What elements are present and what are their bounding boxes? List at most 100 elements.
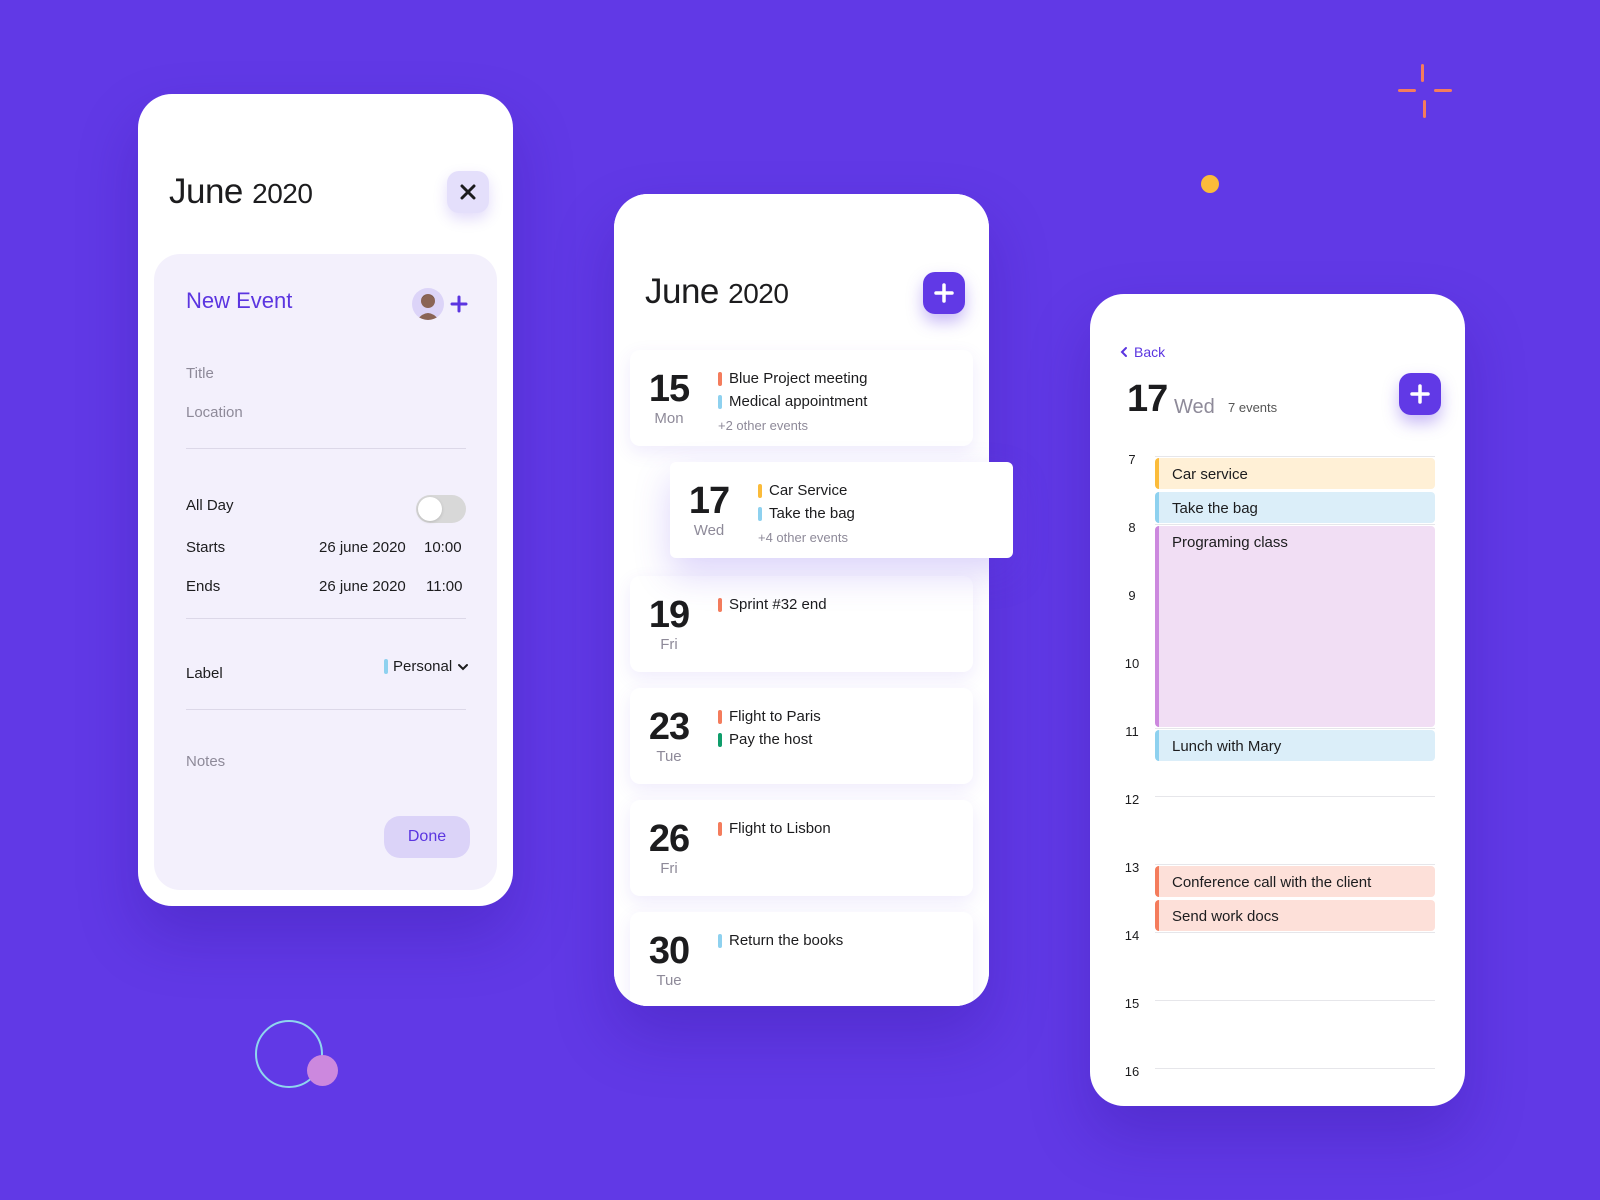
hour-label: 15: [1124, 996, 1140, 1011]
hour-label: 14: [1124, 928, 1140, 943]
divider: [186, 448, 466, 449]
day-card[interactable]: 30 Tue Return the books: [630, 912, 973, 1006]
person-avatar[interactable]: [412, 288, 444, 320]
day-number: 17: [1127, 378, 1168, 420]
event-item[interactable]: Take the bag: [758, 505, 855, 522]
event-item[interactable]: Blue Project meeting: [718, 370, 867, 387]
day-name: Fri: [660, 860, 678, 877]
starts-time[interactable]: 10:00: [424, 539, 462, 556]
chevron-left-icon: [1120, 347, 1127, 357]
event-item[interactable]: Flight to Paris: [718, 708, 821, 725]
day-number: 30: [648, 930, 690, 972]
timeline-event[interactable]: Conference call with the client: [1155, 866, 1435, 897]
pink-dot-decoration: [307, 1055, 338, 1086]
notes-input[interactable]: Notes: [186, 753, 225, 770]
day-card[interactable]: 17 Wed Car Service Take the bag +4 other eve…: [670, 462, 1013, 558]
hour-gridline: [1155, 864, 1435, 865]
timeline-event[interactable]: Programing class: [1155, 526, 1435, 727]
event-item[interactable]: Sprint #32 end: [718, 596, 827, 613]
close-button[interactable]: [447, 171, 489, 213]
year: 2020: [728, 278, 789, 309]
hour-gridline: [1155, 796, 1435, 797]
hour-label: 12: [1124, 792, 1140, 807]
event-count: 7 events: [1228, 400, 1278, 415]
day-number: 26: [648, 818, 690, 860]
ends-label: Ends: [186, 578, 221, 595]
hour-label: 16: [1124, 1064, 1140, 1079]
day-view-screen: Back 17 Wed 7 events 7 8 9 10 11 12 13 14 15 16 Ca…: [1090, 294, 1465, 1106]
event-item[interactable]: Medical appointment: [718, 393, 867, 410]
plus-icon: [450, 295, 468, 313]
more-events-text: +4 other events: [758, 530, 848, 545]
title-input[interactable]: Title: [186, 365, 214, 382]
year: 2020: [252, 178, 313, 209]
add-event-button[interactable]: [1399, 373, 1441, 415]
month-list-body: June 2020 15 Mon Blue Project meeting Medic…: [614, 194, 989, 1006]
close-icon: [460, 184, 476, 200]
label-color-bar: [384, 659, 388, 674]
hour-label: 7: [1128, 452, 1136, 467]
month-name: June: [645, 272, 719, 311]
day-card[interactable]: 23 Tue Flight to Paris Pay the host: [630, 688, 973, 784]
new-event-screen: June 2020 New Event Title Location All D…: [138, 94, 513, 906]
location-input[interactable]: Location: [186, 404, 243, 421]
day-name: Wed: [1174, 396, 1215, 418]
hour-label: 8: [1128, 520, 1136, 535]
event-title: Medical appointment: [729, 393, 868, 410]
hour-label: 9: [1128, 588, 1136, 603]
hour-gridline: [1155, 524, 1435, 525]
event-color-bar: [758, 483, 762, 498]
event-title: Flight to Lisbon: [729, 820, 831, 837]
event-title: Return the books: [729, 932, 844, 949]
event-item[interactable]: Car Service: [758, 482, 847, 499]
day-name: Tue: [656, 748, 682, 765]
plus-icon: [1410, 384, 1430, 404]
add-person-button[interactable]: [450, 288, 468, 320]
event-title: Take the bag: [769, 505, 855, 522]
ends-date[interactable]: 26 june 2020: [319, 578, 406, 595]
hour-gridline: [1155, 728, 1435, 729]
label-dropdown[interactable]: Personal: [384, 658, 469, 675]
event-color-bar: [718, 709, 722, 724]
event-color-bar: [718, 394, 722, 409]
chevron-down-icon: [458, 663, 469, 670]
event-item[interactable]: Pay the host: [718, 731, 812, 748]
ends-time[interactable]: 11:00: [426, 578, 462, 595]
divider: [186, 709, 466, 710]
timeline-event[interactable]: Car service: [1155, 458, 1435, 489]
event-color-bar: [718, 597, 722, 612]
event-color-bar: [718, 732, 722, 747]
more-events-text: +2 other events: [718, 418, 808, 433]
timeline-event[interactable]: Send work docs: [1155, 900, 1435, 931]
all-day-label: All Day: [186, 497, 234, 514]
day-card[interactable]: 26 Fri Flight to Lisbon: [630, 800, 973, 896]
hour-gridline: [1155, 932, 1435, 933]
day-card[interactable]: 15 Mon Blue Project meeting Medical appoint…: [630, 350, 973, 446]
event-title: Blue Project meeting: [729, 370, 868, 387]
event-item[interactable]: Flight to Lisbon: [718, 820, 831, 837]
new-event-form: New Event Title Location All Day Starts …: [154, 254, 497, 890]
timeline-event[interactable]: Lunch with Mary: [1155, 730, 1435, 761]
day-card[interactable]: 19 Fri Sprint #32 end: [630, 576, 973, 672]
day-name: Fri: [660, 636, 678, 653]
event-title: Flight to Paris: [729, 708, 821, 725]
back-label: Back: [1134, 344, 1166, 360]
month-list-screen: June 2020 15 Mon Blue Project meeting Medic…: [614, 194, 1013, 1006]
event-color-bar: [718, 933, 722, 948]
day-name: Mon: [654, 410, 684, 427]
timeline-event[interactable]: Take the bag: [1155, 492, 1435, 523]
event-color-bar: [718, 821, 722, 836]
event-item[interactable]: Return the books: [718, 932, 843, 949]
starts-label: Starts: [186, 539, 226, 556]
back-button[interactable]: Back: [1120, 344, 1165, 360]
month-title: June 2020: [169, 172, 313, 212]
all-day-toggle[interactable]: [416, 495, 466, 523]
divider: [186, 618, 466, 619]
month-title: June 2020: [645, 272, 789, 312]
hour-gridline: [1155, 1000, 1435, 1001]
hour-label: 11: [1125, 724, 1139, 739]
done-button[interactable]: Done: [384, 816, 470, 858]
add-event-button[interactable]: [923, 272, 965, 314]
starts-date[interactable]: 26 june 2020: [319, 539, 406, 556]
day-number: 15: [648, 368, 690, 410]
